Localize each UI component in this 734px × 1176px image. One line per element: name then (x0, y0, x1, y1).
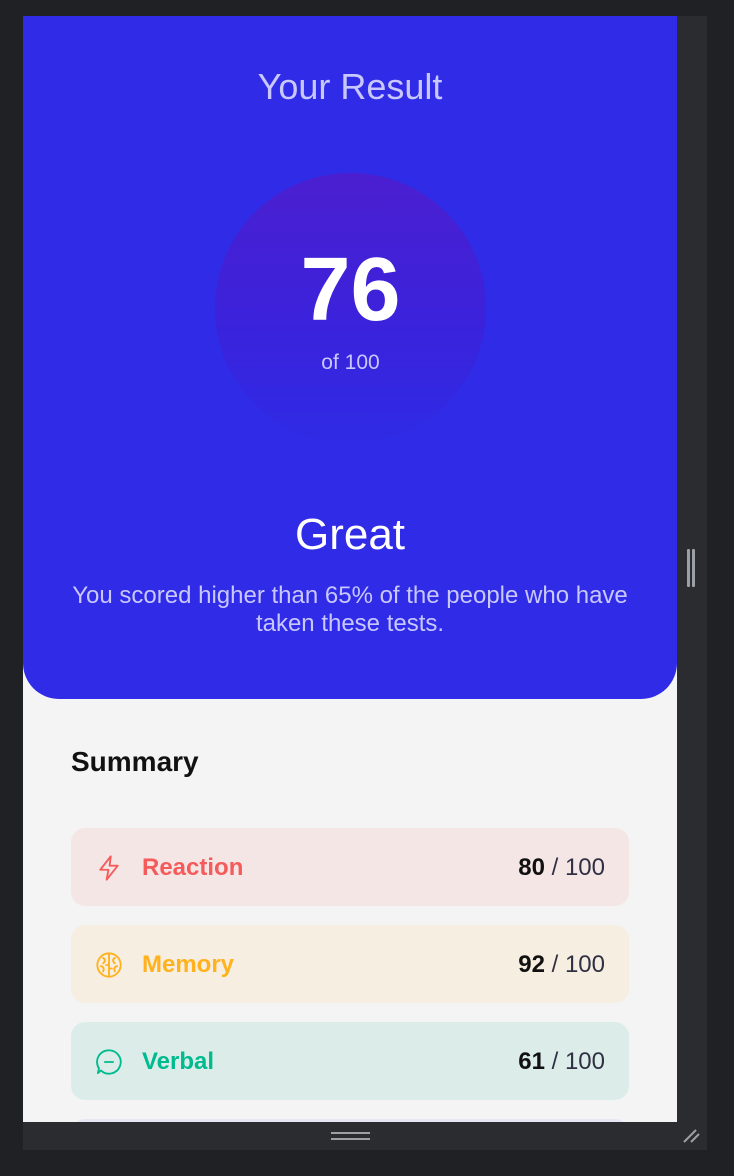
result-description: You scored higher than 65% of the people… (72, 582, 628, 637)
summary-item-score: 80 / 100 (518, 854, 605, 881)
lightning-icon (99, 855, 119, 881)
summary-item-verbal: Verbal 61 / 100 (71, 1022, 629, 1100)
summary-item-label: Reaction (142, 854, 244, 881)
summary-item-reaction: Reaction 80 / 100 (71, 828, 629, 906)
summary-item-partial (71, 1119, 629, 1122)
rating-label: Great (294, 510, 406, 559)
summary-item-score: 92 / 100 (518, 951, 605, 978)
summary-item-score: 61 / 100 (518, 1048, 605, 1075)
result-panel: Your Result 76 of 100 Great You scored h… (23, 16, 677, 699)
score-total: of 100 (321, 351, 380, 374)
result-title: Your Result (257, 66, 443, 107)
score-circle: 76 of 100 (215, 173, 486, 444)
summary-item-label: Memory (142, 951, 235, 978)
chat-icon (96, 1049, 122, 1075)
corner-resize-grip-icon[interactable] (681, 1127, 701, 1145)
vertical-resize-handle[interactable] (687, 549, 695, 587)
summary-title: Summary (71, 746, 199, 777)
brain-icon (96, 952, 122, 978)
summary-item-label: Verbal (142, 1048, 215, 1075)
summary-item-memory: Memory 92 / 100 (71, 925, 629, 1003)
horizontal-resize-handle[interactable] (331, 1132, 371, 1141)
score-value: 76 (300, 240, 401, 340)
results-card: Your Result 76 of 100 Great You scored h… (23, 16, 677, 1122)
